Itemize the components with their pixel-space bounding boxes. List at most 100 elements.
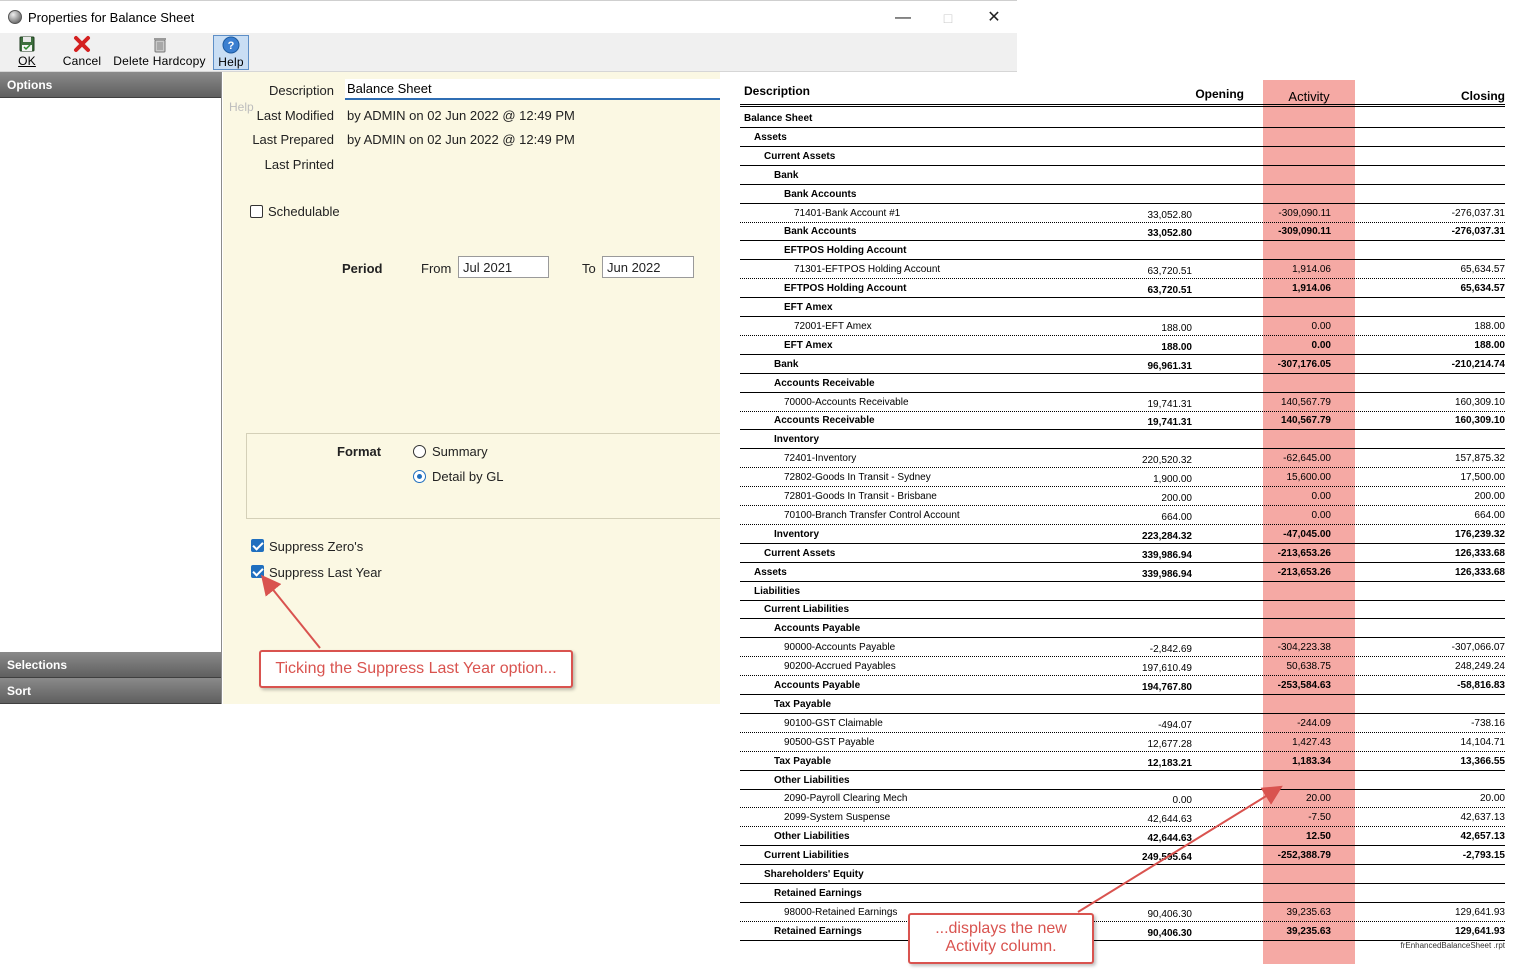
report-row-activity: -7.50	[1308, 812, 1331, 824]
report-header-rule	[740, 104, 1505, 105]
report-row-closing: 14,104.71	[1460, 736, 1506, 748]
report-row-opening: 33,052.80	[1147, 209, 1193, 221]
report-row: 71401-Bank Account #1 33,052.80 -309,090.1…	[740, 204, 1505, 223]
report-row: 72001-EFT Amex 188.00 0.00 188.00	[740, 317, 1505, 336]
report-row: Current Assets 339,986.94 -213,653.26 126,3…	[740, 544, 1505, 563]
report-row-description: 70000-Accounts Receivable	[784, 396, 909, 408]
report-row-description: 72001-EFT Amex	[794, 320, 872, 332]
report-row-opening: 12,183.21	[1147, 757, 1193, 769]
report-row-description: Bank	[774, 358, 799, 370]
report-row: 72802-Goods In Transit - Sydney 1,900.00 1…	[740, 468, 1506, 488]
report-row: 70100-Branch Transfer Control Account 664…	[740, 506, 1505, 525]
report-row-description: 2099-System Suspense	[784, 812, 891, 824]
suppress-last-year-checkbox[interactable]	[251, 565, 264, 578]
report-row-description: Shareholders' Equity	[764, 869, 864, 880]
report-header-opening: Opening	[1195, 87, 1244, 101]
ok-button[interactable]: OK	[10, 35, 44, 70]
report-row-description: Liabilities	[754, 585, 801, 597]
description-label: Description	[268, 83, 334, 98]
delete-hardcopy-button[interactable]: Delete Hardcopy	[111, 35, 208, 70]
report-row-description: Other Liabilities	[774, 831, 850, 843]
report-row-activity: 50,638.75	[1286, 661, 1332, 673]
report-row-closing: -307,066.07	[1451, 642, 1505, 654]
report-row: Assets	[740, 128, 1505, 147]
report-row-description: 70100-Branch Transfer Control Account	[784, 509, 960, 521]
report-row-closing: 157,875.32	[1454, 453, 1505, 465]
report-row-opening: 90,406.30	[1147, 927, 1193, 939]
maximize-button[interactable]: □	[925, 5, 971, 31]
period-from-input[interactable]	[458, 256, 549, 278]
last-prepared-value: by ADMIN on 02 Jun 2022 @ 12:49 PM	[347, 132, 575, 147]
report-row-opening: 90,406.30	[1147, 908, 1193, 920]
report-row-description: Accounts Receivable	[774, 377, 875, 389]
report-row-opening: 223,284.32	[1141, 530, 1192, 542]
suppress-last-year-label: Suppress Last Year	[269, 565, 382, 580]
report-row-description: Current Liabilities	[764, 604, 850, 616]
schedulable-label: Schedulable	[268, 204, 340, 219]
report-header-closing: Closing	[1461, 89, 1505, 103]
report-row: Balance Sheet	[740, 109, 1505, 128]
report-row-opening: 12,677.28	[1147, 738, 1193, 750]
format-summary-radio[interactable]	[413, 445, 426, 458]
report-row-activity: -47,045.00	[1283, 528, 1331, 540]
report-header-description: Description	[744, 84, 811, 98]
close-button[interactable]: ✕	[971, 5, 1017, 31]
sidebar-item-selections[interactable]: Selections	[0, 652, 221, 678]
report-row-closing: 248,249.24	[1454, 661, 1505, 673]
format-detail-radio[interactable]	[413, 470, 426, 483]
report-row-closing: 17,500.00	[1460, 472, 1506, 484]
report-row-opening: 188.00	[1161, 322, 1192, 334]
report-header-rule-2	[740, 106, 1505, 107]
delete-hardcopy-label: Delete Hardcopy	[113, 54, 206, 68]
schedulable-checkbox[interactable]	[250, 205, 263, 218]
report-footer: frEnhancedBalanceSheet .rpt	[1400, 941, 1505, 950]
report-row-closing: 13,366.55	[1460, 755, 1506, 767]
help-label: Help	[218, 55, 244, 69]
report-row-opening: 197,610.49	[1141, 663, 1192, 675]
suppress-zeros-checkbox[interactable]	[251, 539, 264, 552]
report-row: Bank Accounts 33,052.80 -309,090.11 -276,03…	[740, 222, 1505, 242]
report-row-closing: -276,037.31	[1451, 226, 1505, 238]
last-modified-value: by ADMIN on 02 Jun 2022 @ 12:49 PM	[347, 108, 575, 123]
report-row-description: EFTPOS Holding Account	[784, 283, 907, 295]
report-row-closing: 129,641.93	[1454, 925, 1505, 937]
report-row: EFTPOS Holding Account 63,720.51 1,914.06 6…	[740, 279, 1505, 299]
minimize-button[interactable]: —	[880, 5, 926, 31]
report-row-activity: -304,223.38	[1277, 642, 1331, 654]
format-group: Format Summary Detail by GL	[246, 433, 720, 519]
description-input[interactable]	[345, 79, 720, 100]
report-row: Current Assets	[740, 147, 1505, 166]
report-row-description: Accounts Payable	[774, 680, 861, 691]
report-row-activity: 0.00	[1311, 509, 1331, 521]
report-row-description: Bank	[774, 169, 799, 181]
title-bar: Properties for Balance Sheet — □ ✕	[0, 0, 1017, 33]
sidebar-item-sort[interactable]: Sort	[0, 678, 221, 704]
report-row: Retained Earnings	[740, 884, 1505, 903]
help-button[interactable]: ? Help	[213, 35, 249, 70]
report-row-opening: 96,961.31	[1147, 360, 1193, 372]
report-row: Inventory	[740, 430, 1505, 450]
report-row: Accounts Payable 194,767.80 -253,584.63 -58…	[740, 676, 1505, 695]
report-row-opening: 42,644.63	[1147, 814, 1193, 826]
period-to-input[interactable]	[602, 256, 694, 278]
format-detail-label: Detail by GL	[432, 469, 504, 484]
report-row: Accounts Payable	[740, 619, 1505, 639]
sidebar: Options Selections Sort	[0, 72, 222, 704]
report-row: Bank 96,961.31 -307,176.05 -210,214.74	[740, 355, 1505, 374]
report-row-activity: 39,235.63	[1286, 906, 1332, 918]
report-row-activity: 12.50	[1305, 831, 1331, 843]
report-row-activity: 0.00	[1311, 491, 1331, 502]
cancel-button[interactable]: Cancel	[60, 35, 104, 70]
report-row: 90100-GST Claimable -494.07 -244.09 -738.16	[740, 714, 1505, 733]
report-row-opening: 0.00	[1172, 795, 1192, 807]
report-row-opening: 339,986.94	[1141, 549, 1192, 561]
sidebar-item-options[interactable]: Options	[0, 72, 221, 98]
report-row: 98000-Retained Earnings 90,406.30 39,235.6…	[740, 903, 1505, 922]
report-row-activity: 140,567.79	[1280, 396, 1331, 408]
report-row-description: 90100-GST Claimable	[784, 717, 883, 729]
report-row-description: Current Assets	[764, 150, 836, 162]
report-row-closing: 42,657.13	[1460, 831, 1506, 843]
report-row-description: Bank Accounts	[784, 188, 857, 200]
report-row-description: 90500-GST Payable	[784, 736, 875, 748]
last-printed-label: Last Printed	[264, 157, 334, 172]
